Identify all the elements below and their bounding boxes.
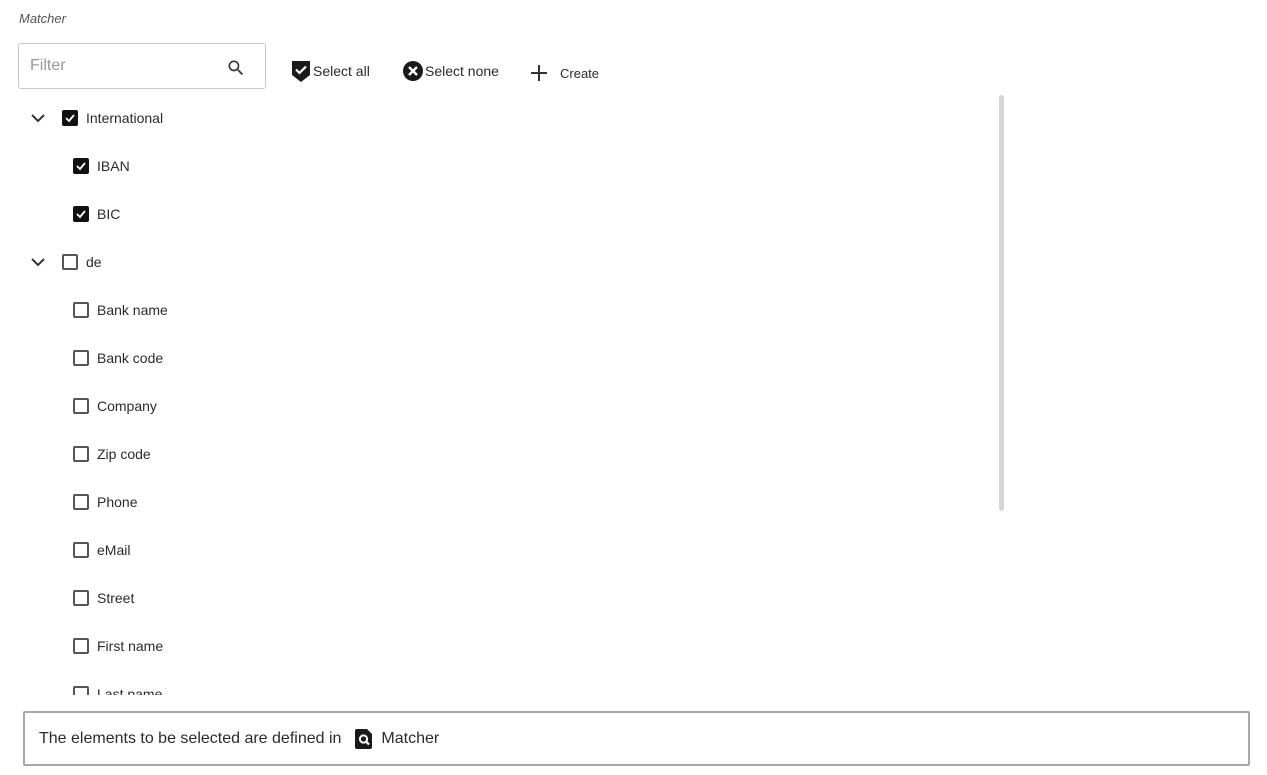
filter-box[interactable] (18, 43, 266, 89)
tree-group-de[interactable]: de (30, 250, 102, 274)
tree-group-international[interactable]: International (30, 106, 163, 130)
search-icon[interactable] (226, 58, 246, 78)
select-none-label: Select none (425, 63, 499, 79)
item-checkbox[interactable] (73, 542, 89, 558)
plus-icon (530, 64, 548, 82)
matcher-panel: Matcher Select all Select none Create (0, 0, 1267, 775)
item-label: IBAN (97, 158, 130, 174)
item-label: Company (97, 398, 157, 414)
group-checkbox[interactable] (62, 110, 78, 126)
tree-item[interactable]: eMail (73, 538, 130, 562)
shield-check-icon (291, 59, 311, 83)
tree-item[interactable]: IBAN (73, 154, 130, 178)
item-checkbox[interactable] (73, 686, 89, 695)
group-checkbox[interactable] (62, 254, 78, 270)
tree-item[interactable]: Phone (73, 490, 137, 514)
create-button[interactable]: Create (530, 60, 599, 86)
item-label: BIC (97, 206, 121, 222)
item-label: Bank code (97, 350, 164, 366)
matcher-link[interactable]: Matcher (381, 730, 439, 748)
item-label: First name (97, 638, 164, 654)
scrollbar-thumb[interactable] (999, 95, 1004, 511)
item-checkbox[interactable] (73, 350, 89, 366)
item-label: Zip code (97, 446, 151, 462)
item-checkbox[interactable] (73, 398, 89, 414)
tree-item[interactable]: Last name (73, 682, 162, 695)
footer-info-box: The elements to be selected are defined … (23, 711, 1250, 766)
item-checkbox[interactable] (73, 638, 89, 654)
create-label: Create (560, 65, 600, 81)
item-checkbox[interactable] (73, 206, 89, 222)
group-label: de (86, 254, 102, 270)
item-label: Street (97, 590, 135, 606)
select-all-button[interactable]: Select all (291, 58, 370, 84)
item-label: Phone (97, 494, 138, 510)
tree-item[interactable]: Street (73, 586, 134, 610)
select-all-label: Select all (313, 63, 370, 79)
tree-item[interactable]: Zip code (73, 442, 151, 466)
group-label: International (86, 110, 164, 126)
close-circle-icon (403, 61, 423, 81)
tree-scrollbar[interactable] (998, 95, 1006, 513)
item-checkbox[interactable] (73, 158, 89, 174)
item-label: Last name (97, 686, 163, 695)
tree-item[interactable]: Company (73, 394, 157, 418)
tree-item[interactable]: Bank code (73, 346, 163, 370)
item-checkbox[interactable] (73, 446, 89, 462)
item-checkbox[interactable] (73, 302, 89, 318)
section-title: Matcher (19, 11, 66, 26)
matcher-tree: International IBAN BIC de Bank name Bank… (18, 95, 1003, 695)
item-label: Bank name (97, 302, 168, 318)
item-label: eMail (97, 542, 131, 558)
chevron-down-icon[interactable] (30, 110, 46, 126)
tree-item[interactable]: First name (73, 634, 163, 658)
footer-text: The elements to be selected are defined … (39, 729, 342, 747)
item-checkbox[interactable] (73, 494, 89, 510)
tree-item[interactable]: Bank name (73, 298, 168, 322)
select-none-button[interactable]: Select none (403, 58, 499, 84)
chevron-down-icon[interactable] (30, 254, 46, 270)
document-search-icon (355, 728, 373, 749)
tree-item[interactable]: BIC (73, 202, 120, 226)
item-checkbox[interactable] (73, 590, 89, 606)
filter-input[interactable] (30, 54, 210, 78)
